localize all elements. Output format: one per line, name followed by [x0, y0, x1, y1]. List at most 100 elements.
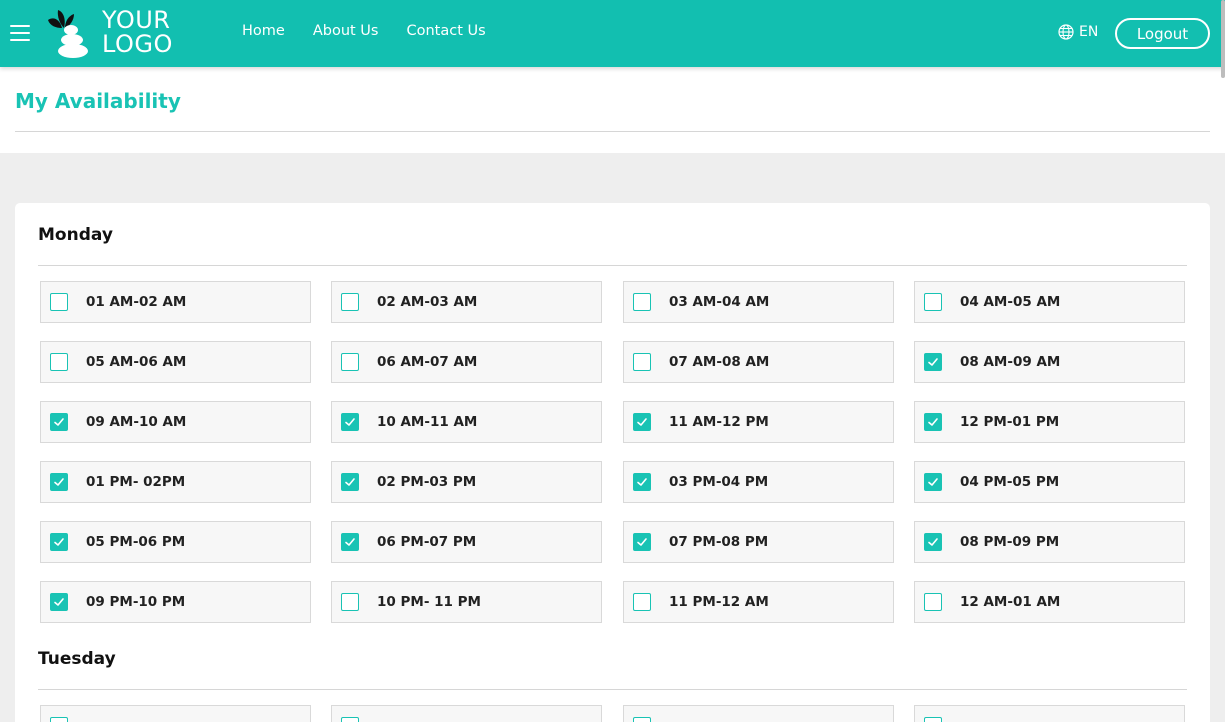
logo-text: YOUR LOGO	[102, 8, 173, 56]
checkbox-unchecked[interactable]	[633, 717, 651, 722]
nav-link-home[interactable]: Home	[242, 23, 285, 39]
time-slot-label: 08 PM-09 PM	[960, 534, 1060, 550]
checkbox-checked[interactable]	[50, 533, 68, 551]
checkbox-checked[interactable]	[633, 413, 651, 431]
checkbox-checked[interactable]	[341, 413, 359, 431]
checkbox-unchecked[interactable]	[341, 353, 359, 371]
time-slot[interactable]: 10 AM-11 AM	[331, 401, 602, 443]
checkmark-icon	[54, 598, 64, 606]
time-slot-label: 10 PM- 11 PM	[377, 594, 481, 610]
language-selector[interactable]: EN	[1058, 24, 1098, 40]
checkmark-icon	[928, 538, 938, 546]
time-slot[interactable]: 12 PM-01 PM	[914, 401, 1185, 443]
time-slot[interactable]: 05 PM-06 PM	[40, 521, 311, 563]
checkbox-checked[interactable]	[50, 593, 68, 611]
checkbox-checked[interactable]	[50, 413, 68, 431]
time-slot[interactable]	[623, 705, 894, 722]
logo-line-1: YOUR	[102, 6, 171, 34]
time-slot[interactable]: 10 PM- 11 PM	[331, 581, 602, 623]
time-slot[interactable]	[914, 705, 1185, 722]
time-slot-label: 12 PM-01 PM	[960, 414, 1060, 430]
time-slot[interactable]: 01 AM-02 AM	[40, 281, 311, 323]
checkbox-unchecked[interactable]	[924, 593, 942, 611]
time-slot[interactable]: 02 PM-03 PM	[331, 461, 602, 503]
day-divider	[38, 689, 1187, 690]
time-slot[interactable]: 08 AM-09 AM	[914, 341, 1185, 383]
time-slot-label: 09 PM-10 PM	[86, 594, 186, 610]
checkmark-icon	[637, 478, 647, 486]
checkmark-icon	[345, 478, 355, 486]
time-slot[interactable]: 03 AM-04 AM	[623, 281, 894, 323]
day-title: Tuesday	[38, 649, 116, 669]
time-slot[interactable]: 06 AM-07 AM	[331, 341, 602, 383]
time-slot-label: 06 PM-07 PM	[377, 534, 477, 550]
time-slot-label: 04 PM-05 PM	[960, 474, 1060, 490]
checkmark-icon	[54, 418, 64, 426]
time-slot-label: 11 AM-12 PM	[669, 414, 769, 430]
time-slot-label: 03 AM-04 AM	[669, 294, 770, 310]
time-slot-label: 03 PM-04 PM	[669, 474, 769, 490]
time-slot[interactable]: 05 AM-06 AM	[40, 341, 311, 383]
checkbox-unchecked[interactable]	[50, 293, 68, 311]
time-slot[interactable]: 11 PM-12 AM	[623, 581, 894, 623]
time-slot[interactable]	[331, 705, 602, 722]
logo-mark-icon	[48, 10, 88, 58]
logo-line-2: LOGO	[102, 30, 173, 58]
time-slot[interactable]: 07 AM-08 AM	[623, 341, 894, 383]
time-slot[interactable]: 08 PM-09 PM	[914, 521, 1185, 563]
time-slot[interactable]: 07 PM-08 PM	[623, 521, 894, 563]
time-slot[interactable]: 09 PM-10 PM	[40, 581, 311, 623]
checkbox-unchecked[interactable]	[633, 593, 651, 611]
time-slot[interactable]: 12 AM-01 AM	[914, 581, 1185, 623]
time-slot[interactable]: 03 PM-04 PM	[623, 461, 894, 503]
checkbox-checked[interactable]	[50, 473, 68, 491]
checkmark-icon	[637, 538, 647, 546]
checkmark-icon	[345, 538, 355, 546]
hamburger-menu-icon[interactable]	[10, 25, 30, 41]
checkbox-checked[interactable]	[341, 533, 359, 551]
time-slot[interactable]: 04 AM-05 AM	[914, 281, 1185, 323]
time-slot-label: 10 AM-11 AM	[377, 414, 478, 430]
checkbox-checked[interactable]	[341, 473, 359, 491]
checkbox-checked[interactable]	[633, 533, 651, 551]
checkbox-unchecked[interactable]	[50, 353, 68, 371]
checkbox-checked[interactable]	[924, 533, 942, 551]
checkbox-unchecked[interactable]	[633, 353, 651, 371]
page-scrollbar[interactable]	[1221, 0, 1225, 78]
nav-link-about-us[interactable]: About Us	[313, 23, 379, 39]
logout-button[interactable]: Logout	[1115, 18, 1210, 49]
checkbox-unchecked[interactable]	[633, 293, 651, 311]
time-slot-label: 12 AM-01 AM	[960, 594, 1061, 610]
time-slot-label: 07 PM-08 PM	[669, 534, 769, 550]
time-slot[interactable]: 06 PM-07 PM	[331, 521, 602, 563]
time-slot[interactable]: 11 AM-12 PM	[623, 401, 894, 443]
logo[interactable]: YOUR LOGO	[44, 6, 189, 60]
nav-link-contact-us[interactable]: Contact Us	[406, 23, 485, 39]
time-slot[interactable]	[40, 705, 311, 722]
time-slot[interactable]: 02 AM-03 AM	[331, 281, 602, 323]
checkbox-unchecked[interactable]	[924, 293, 942, 311]
checkbox-unchecked[interactable]	[341, 717, 359, 722]
checkbox-checked[interactable]	[633, 473, 651, 491]
time-slot-label: 04 AM-05 AM	[960, 294, 1061, 310]
day-title: Monday	[38, 225, 113, 245]
main-nav: Home About Us Contact Us	[242, 23, 486, 39]
page-header: My Availability	[0, 67, 1225, 153]
time-slot-label: 11 PM-12 AM	[669, 594, 769, 610]
language-label: EN	[1079, 24, 1099, 40]
time-slot-label: 09 AM-10 AM	[86, 414, 187, 430]
checkbox-unchecked[interactable]	[341, 593, 359, 611]
time-slot[interactable]: 04 PM-05 PM	[914, 461, 1185, 503]
checkmark-icon	[54, 538, 64, 546]
checkbox-checked[interactable]	[924, 353, 942, 371]
time-slot[interactable]: 01 PM- 02PM	[40, 461, 311, 503]
globe-icon	[1058, 24, 1074, 40]
checkbox-unchecked[interactable]	[924, 717, 942, 722]
time-slot[interactable]: 09 AM-10 AM	[40, 401, 311, 443]
checkbox-unchecked[interactable]	[50, 717, 68, 722]
checkbox-unchecked[interactable]	[341, 293, 359, 311]
checkbox-checked[interactable]	[924, 413, 942, 431]
availability-card: Monday 01 AM-02 AM 02 AM-03 AM 03 AM-04 AM 0…	[15, 203, 1210, 722]
checkbox-checked[interactable]	[924, 473, 942, 491]
time-slot-label: 01 PM- 02PM	[86, 474, 186, 490]
